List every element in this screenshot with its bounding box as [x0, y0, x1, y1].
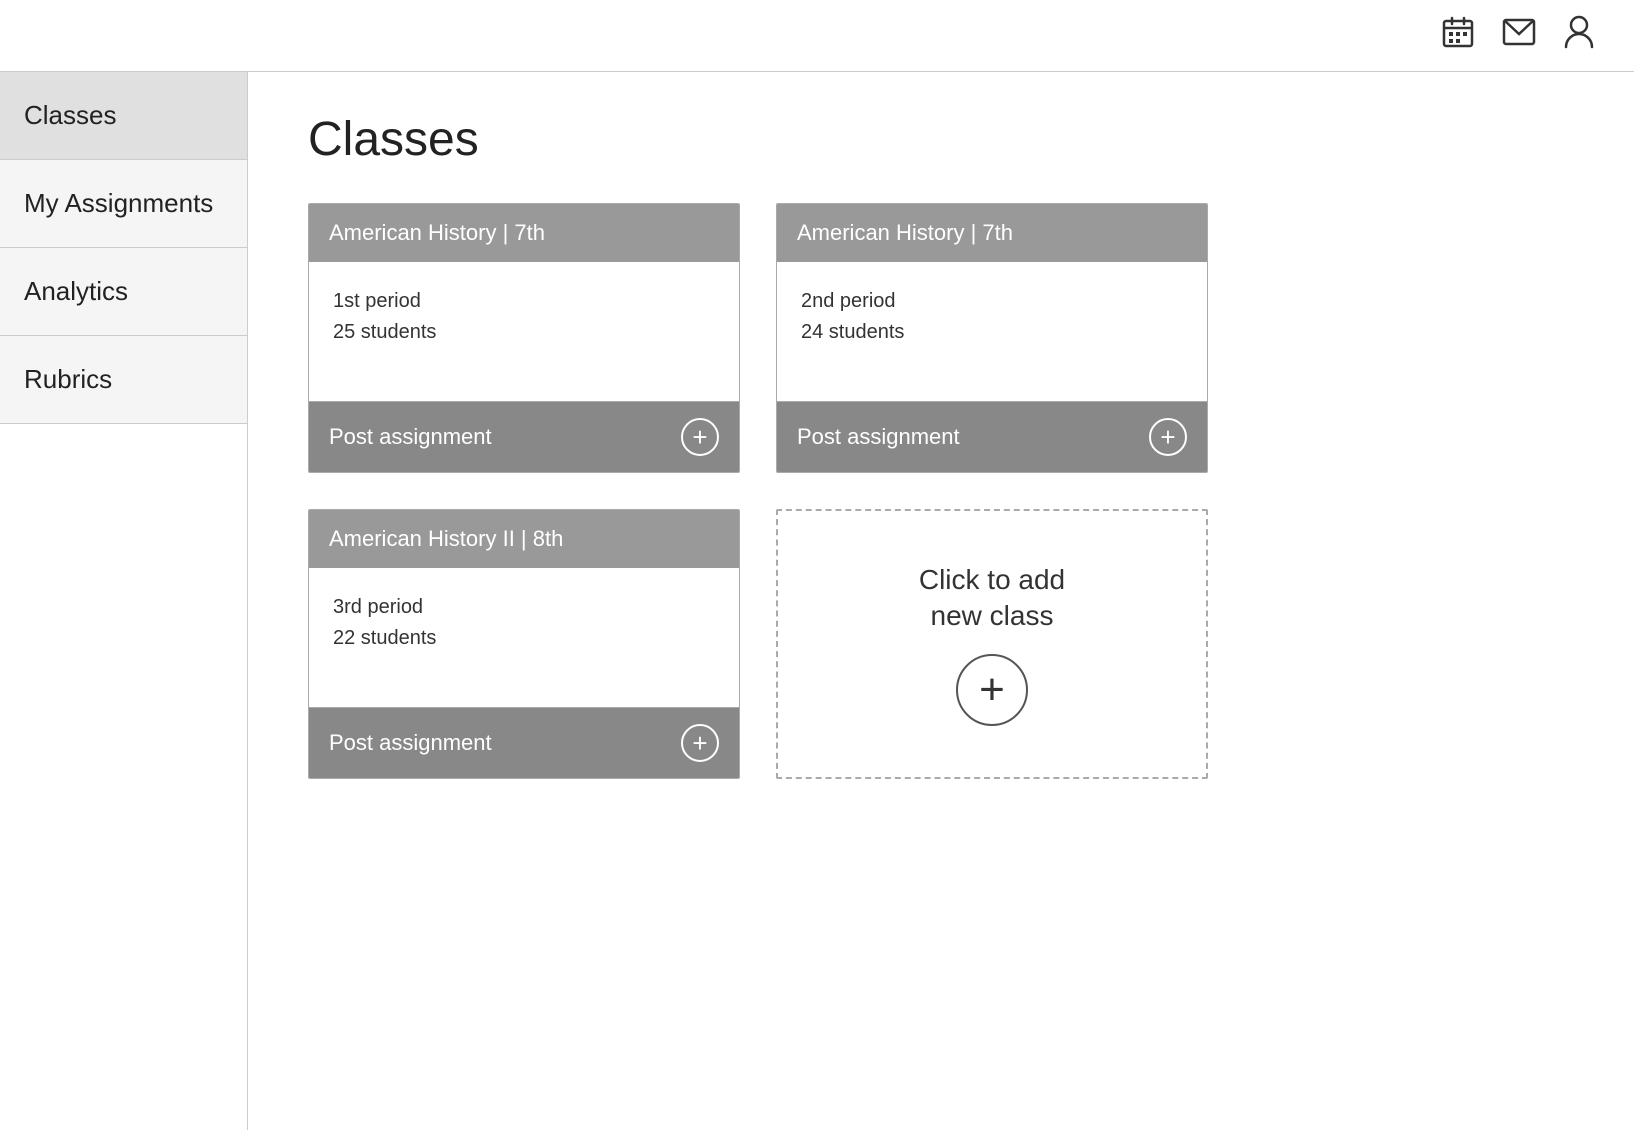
user-icon[interactable]	[1564, 15, 1594, 56]
main-layout: Classes My Assignments Analytics Rubrics…	[0, 72, 1634, 1130]
header-icons	[1442, 15, 1594, 56]
class-card-2: American History II | 8th 3rd period 22 …	[308, 509, 740, 779]
post-assignment-button-1[interactable]: Post assignment +	[777, 402, 1207, 472]
page-title: Classes	[308, 112, 1574, 167]
sidebar-item-rubrics[interactable]: Rubrics	[0, 336, 247, 424]
post-assignment-button-2[interactable]: Post assignment +	[309, 708, 739, 778]
header	[0, 0, 1634, 72]
add-class-plus-icon: +	[956, 654, 1028, 726]
class-card-1: American History | 7th 2nd period 24 stu…	[776, 203, 1208, 473]
card-header-2: American History II | 8th	[309, 510, 739, 568]
class-card-0: American History | 7th 1st period 25 stu…	[308, 203, 740, 473]
post-assignment-button-0[interactable]: Post assignment +	[309, 402, 739, 472]
calendar-icon[interactable]	[1442, 16, 1474, 55]
content-area: Classes American History | 7th 1st perio…	[248, 72, 1634, 1130]
plus-circle-icon-1: +	[1149, 418, 1187, 456]
add-class-card[interactable]: Click to addnew class +	[776, 509, 1208, 779]
card-body-0: 1st period 25 students	[309, 262, 739, 402]
plus-circle-icon-0: +	[681, 418, 719, 456]
sidebar-item-my-assignments[interactable]: My Assignments	[0, 160, 247, 248]
sidebar: Classes My Assignments Analytics Rubrics	[0, 72, 248, 1130]
sidebar-item-classes[interactable]: Classes	[0, 72, 247, 160]
mail-icon[interactable]	[1502, 18, 1536, 53]
add-class-text: Click to addnew class	[919, 562, 1065, 635]
plus-circle-icon-2: +	[681, 724, 719, 762]
card-body-1: 2nd period 24 students	[777, 262, 1207, 402]
card-body-2: 3rd period 22 students	[309, 568, 739, 708]
card-header-0: American History | 7th	[309, 204, 739, 262]
classes-grid: American History | 7th 1st period 25 stu…	[308, 203, 1208, 779]
sidebar-item-analytics[interactable]: Analytics	[0, 248, 247, 336]
card-header-1: American History | 7th	[777, 204, 1207, 262]
